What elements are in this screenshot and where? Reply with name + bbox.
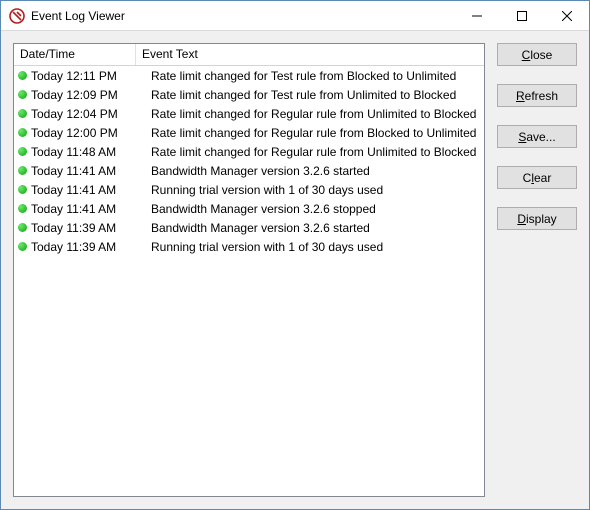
event-datetime: Today 11:41 AM bbox=[31, 164, 139, 178]
event-row[interactable]: Today 11:39 AMRunning trial version with… bbox=[14, 237, 484, 256]
event-row[interactable]: Today 11:41 AMRunning trial version with… bbox=[14, 180, 484, 199]
event-text: Running trial version with 1 of 30 days … bbox=[139, 183, 480, 197]
window-close-button[interactable] bbox=[544, 1, 589, 30]
save-button[interactable]: Save... bbox=[497, 125, 577, 148]
status-dot-icon bbox=[18, 223, 27, 232]
event-row[interactable]: Today 12:11 PMRate limit changed for Tes… bbox=[14, 66, 484, 85]
event-datetime: Today 12:04 PM bbox=[31, 107, 139, 121]
event-datetime: Today 11:39 AM bbox=[31, 240, 139, 254]
status-dot-icon bbox=[18, 109, 27, 118]
event-text: Rate limit changed for Test rule from Un… bbox=[139, 88, 480, 102]
event-datetime: Today 11:39 AM bbox=[31, 221, 139, 235]
status-dot-icon bbox=[18, 90, 27, 99]
window-controls bbox=[454, 1, 589, 30]
status-dot-icon bbox=[18, 128, 27, 137]
event-text: Rate limit changed for Regular rule from… bbox=[139, 107, 480, 121]
column-header-eventtext[interactable]: Event Text bbox=[136, 44, 484, 65]
event-row[interactable]: Today 11:41 AMBandwidth Manager version … bbox=[14, 199, 484, 218]
status-dot-icon bbox=[18, 204, 27, 213]
column-header-datetime[interactable]: Date/Time bbox=[14, 44, 136, 65]
event-text: Rate limit changed for Regular rule from… bbox=[139, 126, 480, 140]
event-text: Bandwidth Manager version 3.2.6 stopped bbox=[139, 202, 480, 216]
close-button[interactable]: Close bbox=[497, 43, 577, 66]
event-row[interactable]: Today 11:48 AMRate limit changed for Reg… bbox=[14, 142, 484, 161]
event-row[interactable]: Today 11:39 AMBandwidth Manager version … bbox=[14, 218, 484, 237]
list-header: Date/Time Event Text bbox=[14, 44, 484, 66]
event-text: Running trial version with 1 of 30 days … bbox=[139, 240, 480, 254]
event-row[interactable]: Today 12:00 PMRate limit changed for Reg… bbox=[14, 123, 484, 142]
window-title: Event Log Viewer bbox=[31, 9, 454, 23]
status-dot-icon bbox=[18, 71, 27, 80]
status-dot-icon bbox=[18, 147, 27, 156]
event-row[interactable]: Today 12:09 PMRate limit changed for Tes… bbox=[14, 85, 484, 104]
event-text: Bandwidth Manager version 3.2.6 started bbox=[139, 164, 480, 178]
event-datetime: Today 11:48 AM bbox=[31, 145, 139, 159]
event-datetime: Today 12:11 PM bbox=[31, 69, 139, 83]
close-icon bbox=[562, 11, 572, 21]
content-area: Date/Time Event Text Today 12:11 PMRate … bbox=[1, 31, 589, 509]
event-list-panel: Date/Time Event Text Today 12:11 PMRate … bbox=[13, 43, 485, 497]
status-dot-icon bbox=[18, 166, 27, 175]
event-datetime: Today 12:00 PM bbox=[31, 126, 139, 140]
event-datetime: Today 11:41 AM bbox=[31, 202, 139, 216]
status-dot-icon bbox=[18, 242, 27, 251]
clear-button[interactable]: Clear bbox=[497, 166, 577, 189]
event-text: Bandwidth Manager version 3.2.6 started bbox=[139, 221, 480, 235]
button-sidebar: Close Refresh Save... Clear Display bbox=[497, 43, 577, 497]
app-icon bbox=[9, 8, 25, 24]
event-text: Rate limit changed for Regular rule from… bbox=[139, 145, 480, 159]
refresh-button[interactable]: Refresh bbox=[497, 84, 577, 107]
minimize-button[interactable] bbox=[454, 1, 499, 30]
display-button[interactable]: Display bbox=[497, 207, 577, 230]
event-row[interactable]: Today 12:04 PMRate limit changed for Reg… bbox=[14, 104, 484, 123]
maximize-button[interactable] bbox=[499, 1, 544, 30]
event-datetime: Today 12:09 PM bbox=[31, 88, 139, 102]
event-datetime: Today 11:41 AM bbox=[31, 183, 139, 197]
maximize-icon bbox=[517, 11, 527, 21]
event-row[interactable]: Today 11:41 AMBandwidth Manager version … bbox=[14, 161, 484, 180]
event-text: Rate limit changed for Test rule from Bl… bbox=[139, 69, 480, 83]
minimize-icon bbox=[472, 11, 482, 21]
status-dot-icon bbox=[18, 185, 27, 194]
titlebar: Event Log Viewer bbox=[1, 1, 589, 31]
window: Event Log Viewer Date/Time Event Text To… bbox=[0, 0, 590, 510]
event-list-body[interactable]: Today 12:11 PMRate limit changed for Tes… bbox=[14, 66, 484, 496]
